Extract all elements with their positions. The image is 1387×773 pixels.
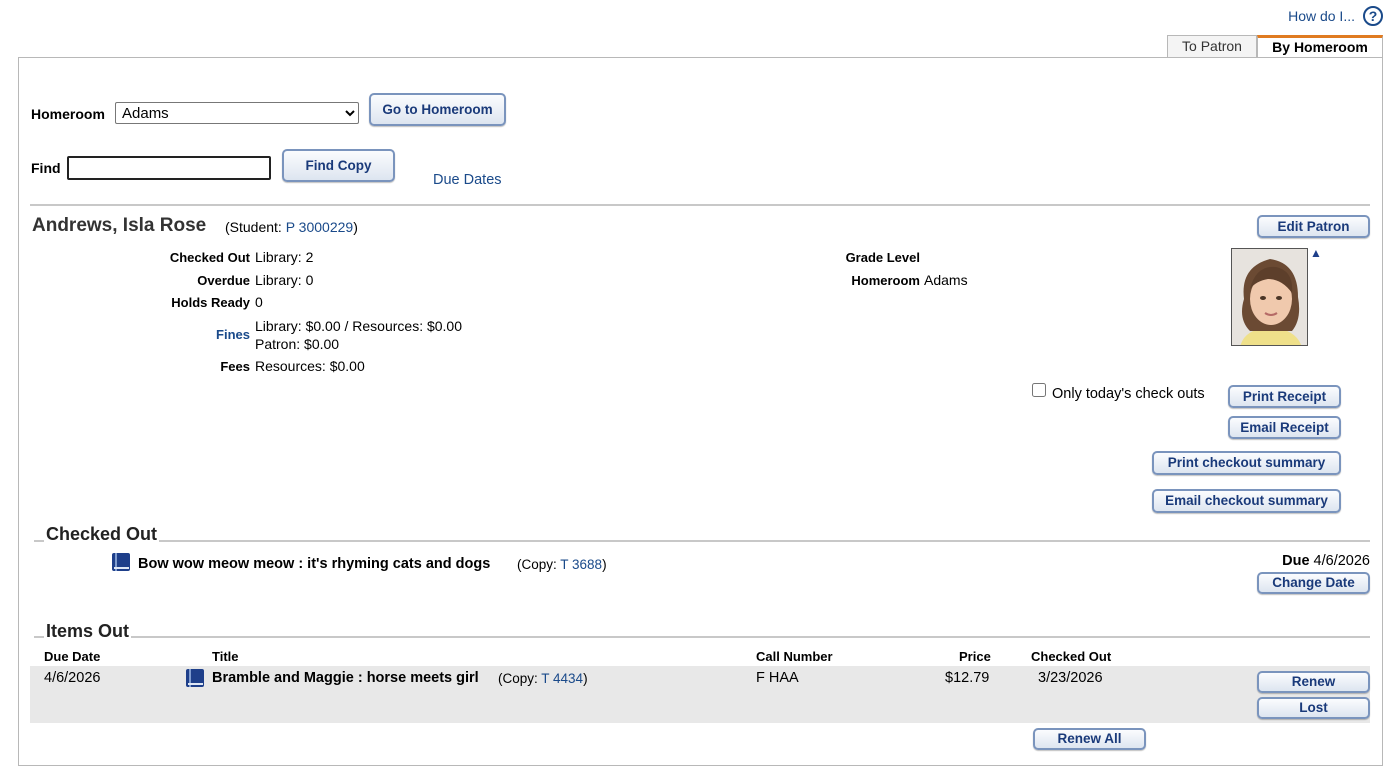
patron-barcode-link[interactable]: P 3000229 <box>286 219 353 235</box>
checked-out-value: Library: 2 <box>255 249 314 265</box>
homeroom-label: Homeroom <box>31 106 105 122</box>
patron-type: (Student: P 3000229) <box>225 219 358 235</box>
row-copy-prefix: (Copy: <box>498 671 542 686</box>
email-checkout-summary-button[interactable]: Email checkout summary <box>1152 489 1341 513</box>
col-due-date: Due Date <box>44 649 101 664</box>
row-copy-link[interactable]: T 4434 <box>541 671 583 686</box>
due-date: 4/6/2026 <box>1313 553 1370 569</box>
find-label: Find <box>31 160 61 176</box>
renew-button[interactable]: Renew <box>1257 671 1370 693</box>
find-input[interactable] <box>67 156 271 180</box>
patron-homeroom-label: Homeroom <box>851 273 920 288</box>
grade-level-label: Grade Level <box>845 250 920 265</box>
email-receipt-button[interactable]: Email Receipt <box>1228 416 1341 439</box>
photo-toggle-icon[interactable]: ▲ <box>1310 246 1322 260</box>
only-today-label: Only today's check outs <box>1052 386 1205 402</box>
homeroom-select[interactable]: Adams <box>115 102 359 124</box>
fees-value: Resources: $0.00 <box>255 358 365 374</box>
book-icon <box>112 553 130 571</box>
question-icon[interactable]: ? <box>1363 6 1383 26</box>
fines-link[interactable]: Fines <box>216 327 250 342</box>
row-title: Bramble and Maggie : horse meets girl <box>212 670 479 686</box>
holds-ready-label: Holds Ready <box>171 295 250 310</box>
due-label: Due <box>1282 553 1310 569</box>
col-price: Price <box>959 649 991 664</box>
only-today-checkbox[interactable] <box>1032 383 1046 397</box>
find-copy-button[interactable]: Find Copy <box>282 149 395 182</box>
items-out-divider <box>34 636 1370 638</box>
checked-out-divider <box>34 540 1370 542</box>
change-date-button[interactable]: Change Date <box>1257 572 1370 594</box>
go-to-homeroom-button[interactable]: Go to Homeroom <box>369 93 506 126</box>
row-copy-suffix: ) <box>583 671 588 686</box>
row-price: $12.79 <box>945 670 990 686</box>
patron-type-prefix: (Student: <box>225 219 286 235</box>
divider <box>30 204 1370 206</box>
renew-all-button[interactable]: Renew All <box>1033 728 1146 750</box>
holds-ready-value: 0 <box>255 294 263 310</box>
col-call-number: Call Number <box>756 649 833 664</box>
patron-photo <box>1231 248 1308 346</box>
copy-prefix: (Copy: <box>517 557 561 572</box>
patron-name: Andrews, Isla Rose <box>32 215 207 236</box>
tab-to-patron[interactable]: To Patron <box>1167 35 1257 57</box>
how-do-i-link[interactable]: How do I... <box>1288 8 1355 24</box>
fines-line1: Library: $0.00 / Resources: $0.00 <box>255 318 463 334</box>
checked-out-section-title: Checked Out <box>44 524 160 545</box>
row-call-number: F HAA <box>756 670 799 686</box>
help-area: How do I... ? <box>1288 6 1383 26</box>
copy-link[interactable]: T 3688 <box>560 557 602 572</box>
patron-photo-image <box>1232 249 1307 345</box>
edit-patron-button[interactable]: Edit Patron <box>1257 215 1370 238</box>
col-title: Title <box>212 649 239 664</box>
items-out-section-title: Items Out <box>44 621 132 642</box>
checked-out-label: Checked Out <box>169 250 250 265</box>
row-copy: (Copy: T 4434) <box>498 671 588 686</box>
overdue-value: Library: 0 <box>255 272 314 288</box>
tab-by-homeroom[interactable]: By Homeroom <box>1257 35 1383 57</box>
print-checkout-summary-button[interactable]: Print checkout summary <box>1152 451 1341 475</box>
fees-label: Fees <box>220 359 250 374</box>
print-receipt-button[interactable]: Print Receipt <box>1228 385 1341 408</box>
row-due-date: 4/6/2026 <box>44 670 101 686</box>
row-checked-out: 3/23/2026 <box>1038 670 1103 686</box>
book-icon <box>186 669 204 687</box>
patron-type-suffix: ) <box>353 219 358 235</box>
due-dates-link[interactable]: Due Dates <box>433 172 502 188</box>
checked-out-item-copy: (Copy: T 3688) <box>517 557 607 572</box>
overdue-label: Overdue <box>197 273 250 288</box>
copy-suffix: ) <box>602 557 607 572</box>
checked-out-item-title: Bow wow meow meow : it's rhyming cats an… <box>138 556 491 572</box>
fines-line2: Patron: $0.00 <box>255 336 340 352</box>
lost-button[interactable]: Lost <box>1257 697 1370 719</box>
col-checked-out: Checked Out <box>1031 649 1112 664</box>
due-info: Due 4/6/2026 <box>1282 553 1370 569</box>
patron-homeroom-value: Adams <box>924 272 968 288</box>
